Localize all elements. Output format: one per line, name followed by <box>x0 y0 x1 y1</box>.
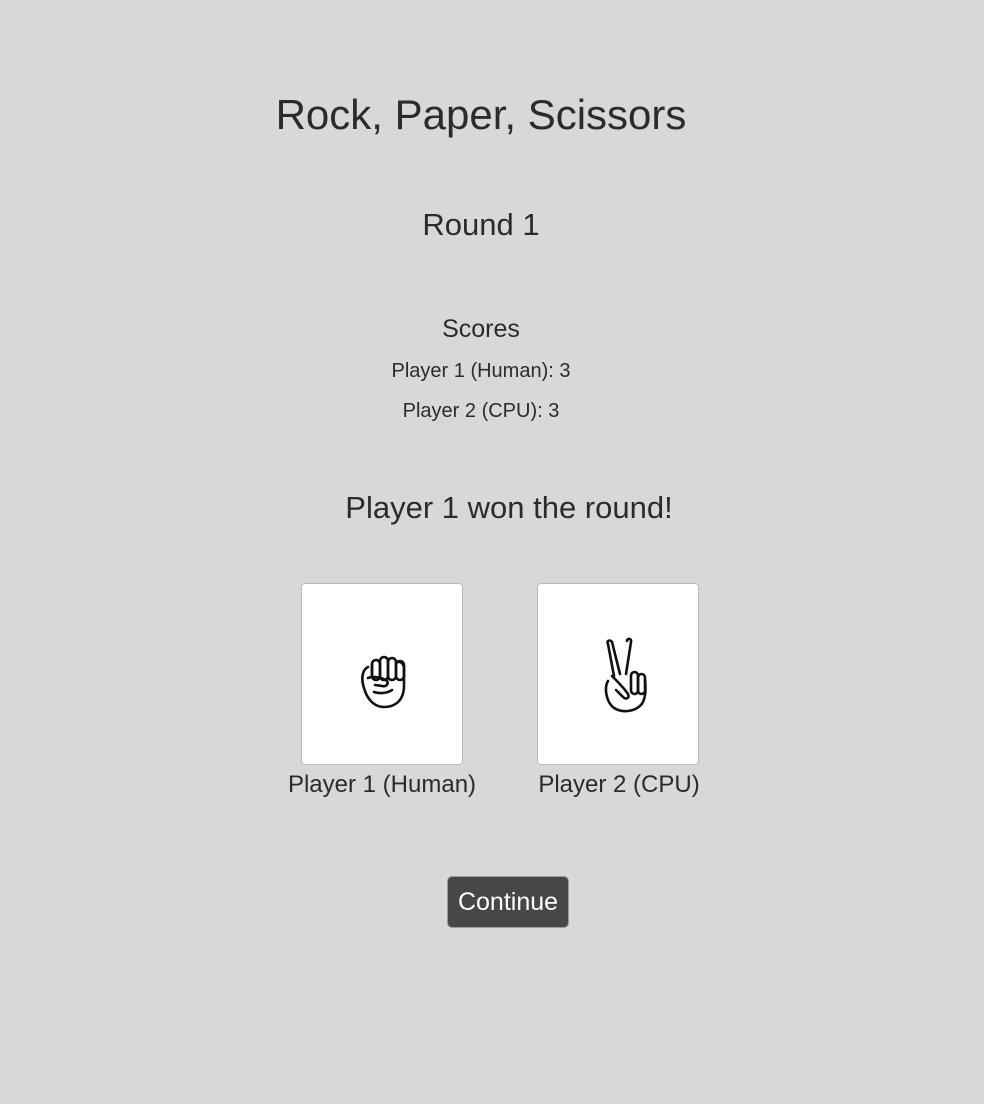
rock-fist-icon <box>361 655 406 709</box>
round-result: Player 1 won the round! <box>345 490 673 525</box>
page-title: Rock, Paper, Scissors <box>275 91 687 138</box>
scores-heading: Scores <box>442 315 520 343</box>
player1-choice-card <box>301 583 463 765</box>
scissors-peace-icon <box>604 637 647 713</box>
player1-score: Player 1 (Human): 3 <box>391 360 571 382</box>
player1-label: Player 1 (Human) <box>287 771 477 798</box>
game-page: Rock, Paper, Scissors Round 1 Scores Pla… <box>0 0 984 1104</box>
player2-score: Player 2 (CPU): 3 <box>402 400 560 422</box>
round-label: Round 1 <box>422 207 540 242</box>
player2-label: Player 2 (CPU) <box>538 771 700 798</box>
continue-button[interactable]: Continue <box>447 876 569 928</box>
player2-choice-card <box>537 583 699 765</box>
